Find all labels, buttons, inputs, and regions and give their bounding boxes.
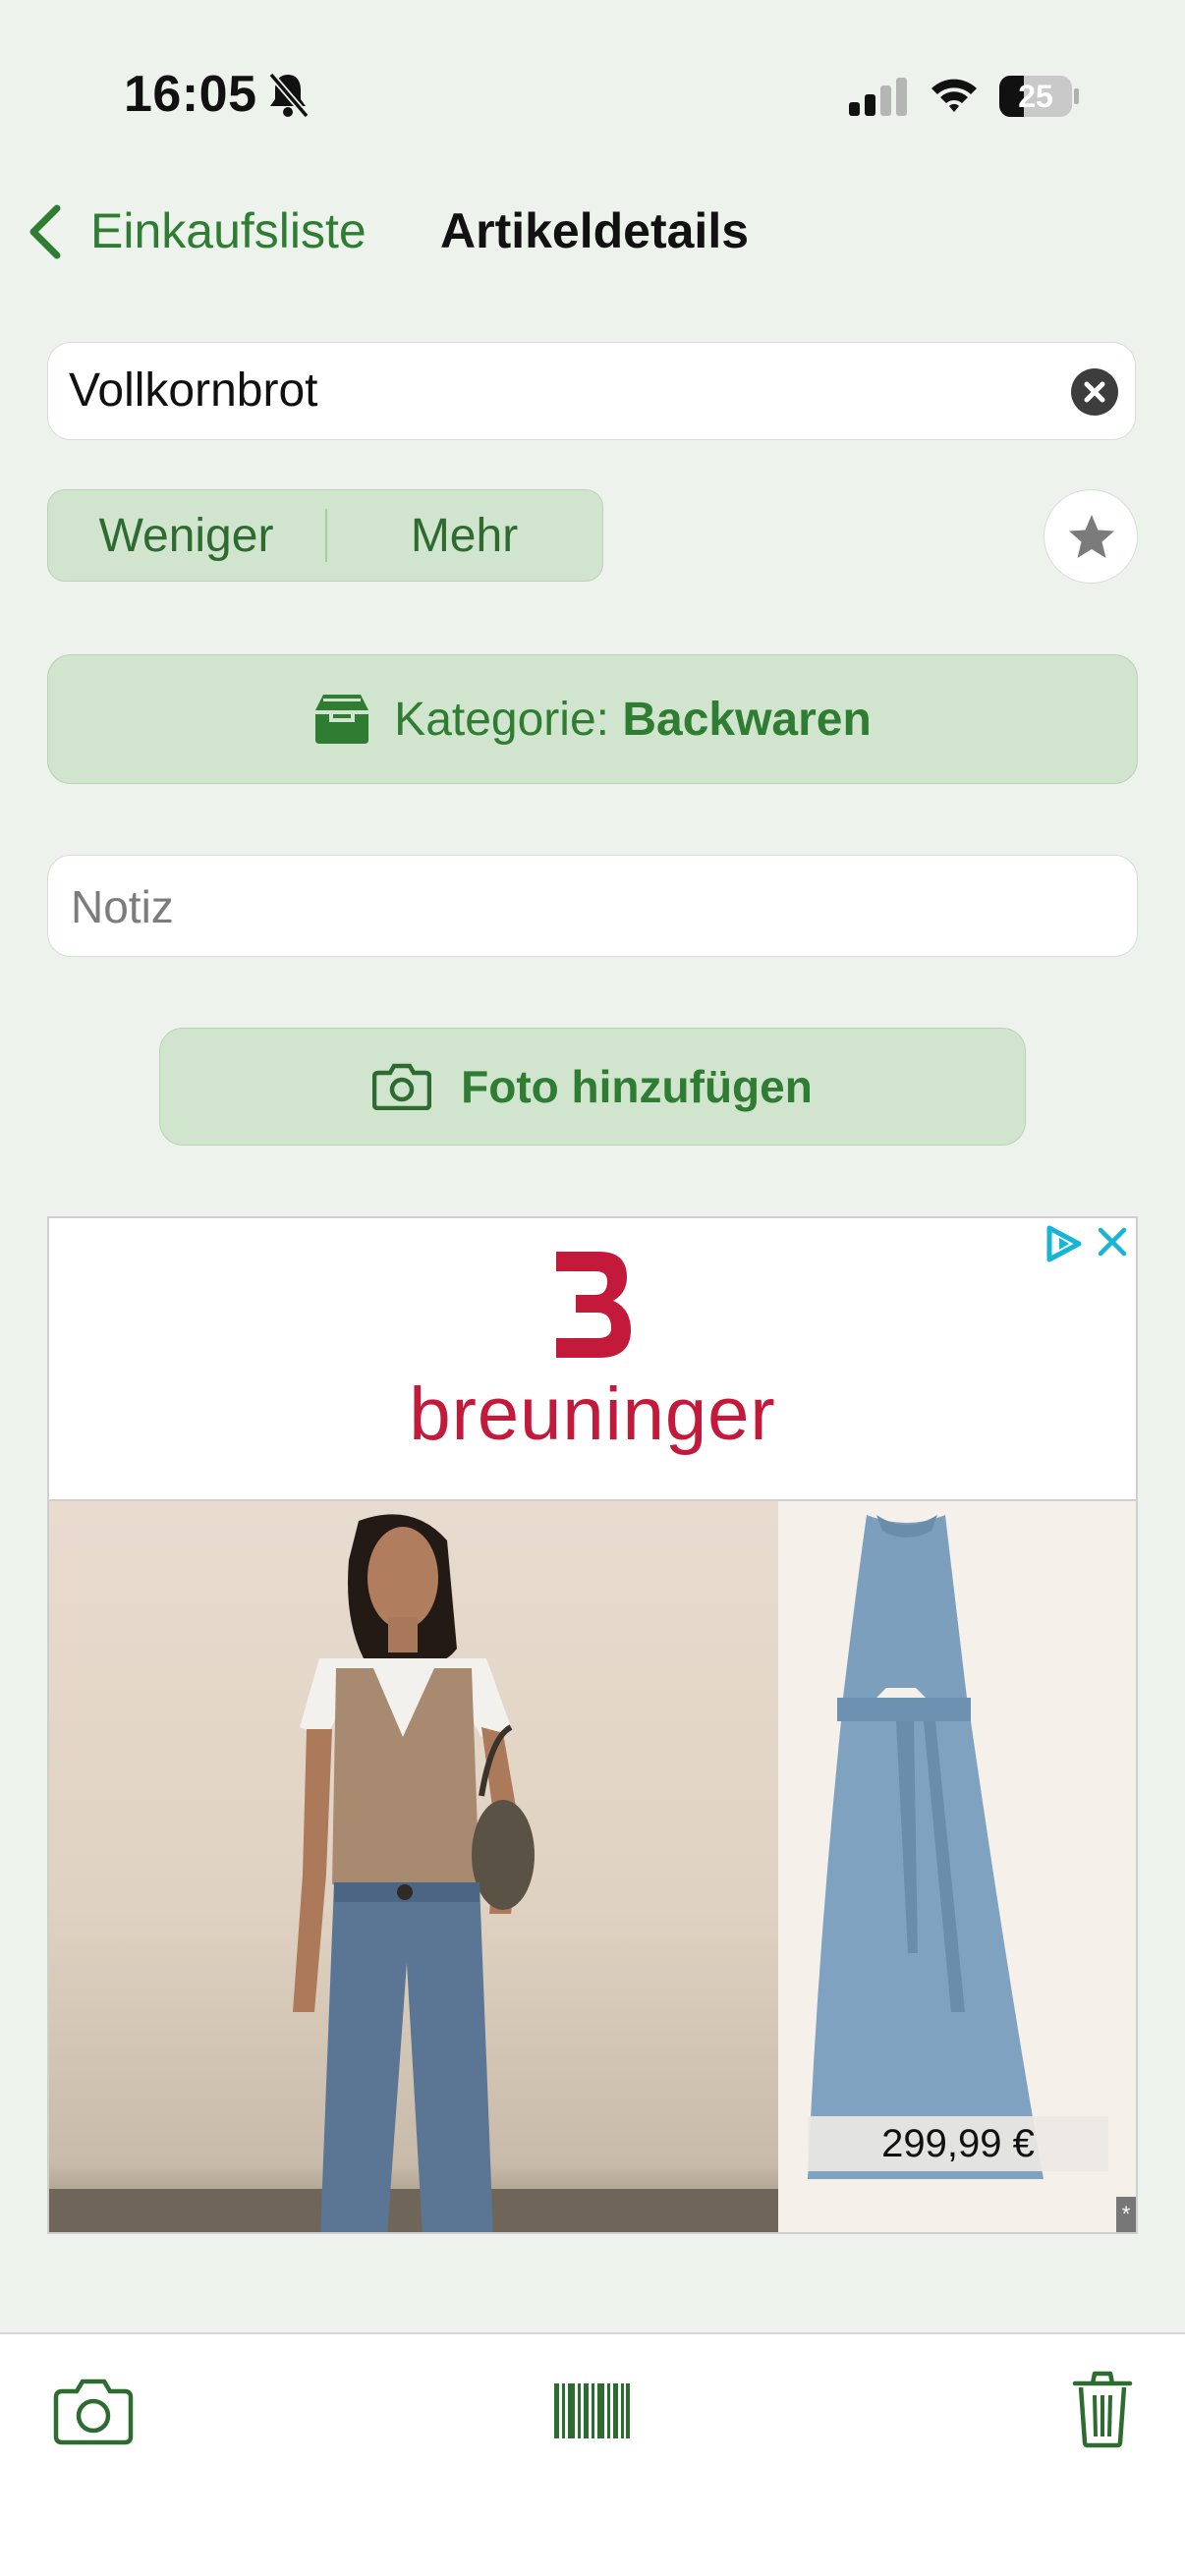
chevron-left-icon[interactable]: [24, 200, 65, 263]
ad-header[interactable]: breuninger: [49, 1218, 1136, 1501]
tray-icon: [315, 695, 369, 744]
clear-icon[interactable]: [1071, 368, 1118, 416]
ad-close-icon[interactable]: [1097, 1226, 1128, 1258]
camera-icon: [372, 1063, 432, 1110]
add-photo-content[interactable]: Foto hinzufügen: [159, 1028, 1026, 1146]
note-input[interactable]: [69, 868, 1114, 945]
bottom-toolbar: [0, 2332, 1185, 2576]
category-label: Kategorie: Backwaren: [394, 693, 872, 747]
star-icon: [1069, 515, 1114, 558]
ad-marker: *: [1116, 2197, 1136, 2232]
status-time: 16:05: [124, 66, 257, 123]
item-name-value[interactable]: Vollkornbrot: [69, 364, 317, 418]
advertisement[interactable]: breuninger 299,99 € *: [47, 1216, 1138, 2234]
wifi-icon: [931, 79, 977, 112]
bell-slash-icon: [268, 72, 310, 119]
category-content[interactable]: Kategorie: Backwaren: [47, 654, 1138, 784]
add-photo-label: Foto hinzufügen: [461, 1061, 813, 1112]
back-button[interactable]: Einkaufsliste: [90, 202, 367, 259]
adchoices-icon[interactable]: [1044, 1224, 1085, 1263]
ad-model-image[interactable]: [49, 1501, 778, 2232]
signal-icon: [849, 78, 907, 116]
more-button[interactable]: Mehr: [325, 489, 603, 582]
category-value: Backwaren: [622, 693, 872, 746]
page-title: Artikeldetails: [440, 203, 750, 258]
ad-brand: breuninger: [409, 1372, 776, 1456]
barcode-icon[interactable]: [552, 2381, 631, 2440]
ad-price: 299,99 €: [808, 2116, 1108, 2171]
battery-icon: 25: [998, 75, 1081, 118]
category-prefix: Kategorie:: [394, 693, 609, 746]
favorite-button[interactable]: [1044, 489, 1138, 584]
camera-icon[interactable]: [53, 2378, 134, 2446]
less-button[interactable]: Weniger: [47, 489, 325, 582]
breuninger-logo: [556, 1252, 631, 1358]
trash-icon[interactable]: [1071, 2370, 1134, 2448]
battery-level: 25: [1018, 79, 1053, 114]
